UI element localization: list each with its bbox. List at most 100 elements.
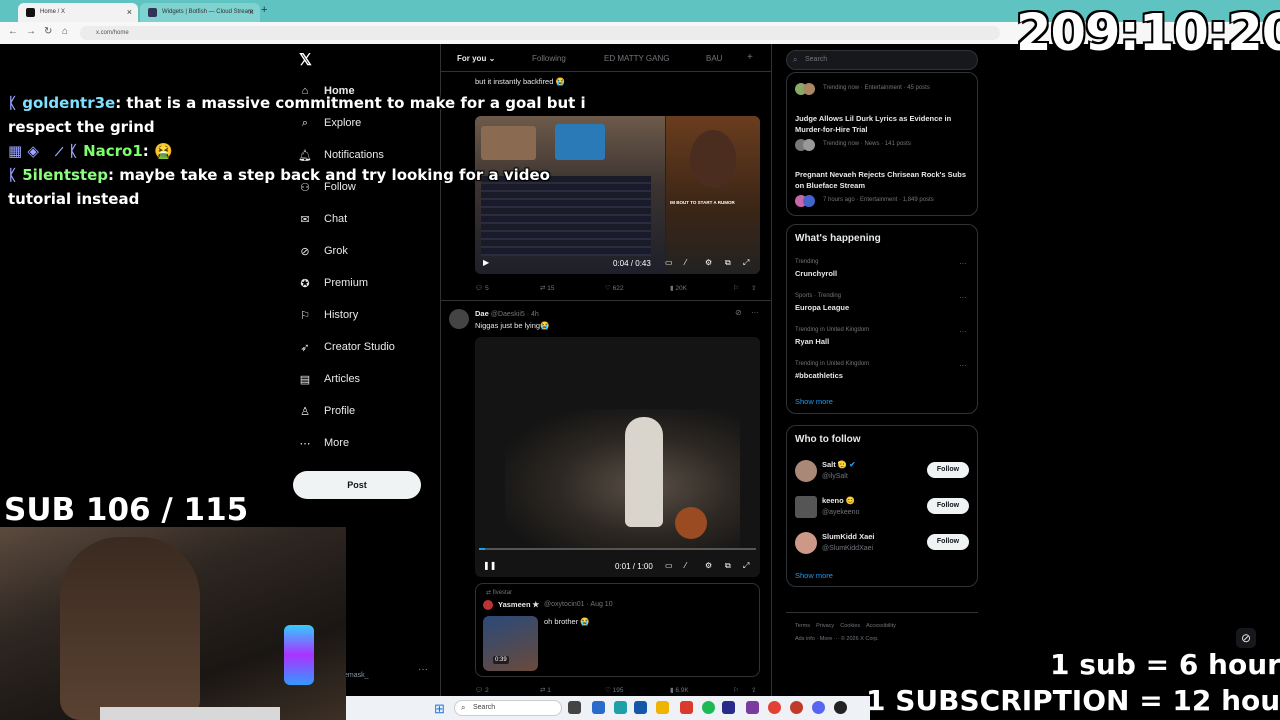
sidebar-item-articles[interactable]: ▤ Articles <box>298 368 360 390</box>
trend-more-icon[interactable]: ··· <box>959 293 967 302</box>
quoted-tweet[interactable]: ⇄ fivestar Yasmeen ✯ @oxytocin01 · Aug 1… <box>475 583 760 677</box>
follow-name[interactable]: Salt 🫡 ✔ <box>822 459 856 470</box>
views-button[interactable]: ▮ 20K <box>670 284 687 292</box>
discord-icon[interactable] <box>812 701 825 714</box>
like-button[interactable]: ♡ 195 <box>605 686 624 694</box>
grok-icon[interactable]: ⊘ <box>735 308 742 317</box>
sidebar-item-more[interactable]: ⋯ More <box>298 432 350 454</box>
follow-button[interactable]: Follow <box>927 498 969 514</box>
share-icon[interactable]: ⇪ <box>751 284 756 292</box>
reply-button[interactable]: 💬︎ 2 <box>475 686 489 694</box>
browser-tab-x[interactable]: Home / X × <box>18 3 138 22</box>
app-icon[interactable] <box>634 701 647 714</box>
grok-icon[interactable]: ⁄ <box>685 561 686 570</box>
follow-button[interactable]: Follow <box>927 462 969 478</box>
sidebar-item-grok[interactable]: ⊘ Grok <box>298 240 347 262</box>
captions-icon[interactable]: ▭ <box>665 561 673 570</box>
tweet-video[interactable]: ❚❚ 0:01 / 1:00 ▭ ⁄ ⚙ ⧉ ⤢ <box>475 337 760 577</box>
premiere-icon[interactable] <box>722 701 735 714</box>
folder-icon[interactable] <box>656 701 669 714</box>
sidebar-item-notifications[interactable]: 🔔︎ Notifications <box>298 144 384 166</box>
quote-video-thumbnail[interactable]: 0:39 <box>483 616 538 671</box>
settings-icon[interactable]: ⚙ <box>705 561 712 570</box>
footer-link[interactable]: Terms <box>795 623 810 629</box>
obs-icon[interactable] <box>834 701 847 714</box>
trend-title[interactable]: Pregnant Nevaeh Rejects Chrisean Rock's … <box>795 169 971 191</box>
pause-icon[interactable]: ❚❚ <box>483 561 496 570</box>
edge-icon[interactable] <box>614 701 627 714</box>
bookmark-icon[interactable]: ⚐ <box>733 686 739 694</box>
video-progress-track[interactable] <box>479 548 756 550</box>
close-tab-icon[interactable]: × <box>127 7 132 17</box>
trend-title[interactable]: #bbcathletics <box>795 370 843 381</box>
avatar[interactable] <box>449 309 469 329</box>
app-icon[interactable] <box>790 701 803 714</box>
fullscreen-icon[interactable]: ⤢ <box>743 561 749 571</box>
url-field[interactable]: x.com/home <box>80 26 1000 40</box>
repost-button[interactable]: ⇄ 15 <box>540 284 555 292</box>
footer-link[interactable]: Cookies <box>840 623 860 629</box>
follow-name[interactable]: SlumKidd Xaei <box>822 531 875 542</box>
footer-link[interactable]: Privacy <box>816 623 834 629</box>
account-more-icon[interactable]: ··· <box>418 664 428 675</box>
home-browser-icon[interactable]: ⌂ <box>62 26 68 37</box>
reply-button[interactable]: 💬︎ 5 <box>475 284 489 292</box>
spotify-icon[interactable] <box>702 701 715 714</box>
sidebar-item-chat[interactable]: ✉ Chat <box>298 208 347 230</box>
pip-icon[interactable]: ⧉ <box>725 561 731 571</box>
grok-icon[interactable]: ⁄ <box>685 258 686 267</box>
browser-tab-widgets[interactable]: Widgets | Botfish — Cloud Stream × <box>140 3 260 22</box>
back-icon[interactable]: ← <box>8 26 18 37</box>
tab-for-you[interactable]: For you ⌄ <box>457 54 495 63</box>
close-tab-icon[interactable]: × <box>249 7 254 17</box>
tweet-more-icon[interactable]: ··· <box>751 308 759 317</box>
tab-following[interactable]: Following <box>532 54 566 63</box>
tab-bau[interactable]: BAU <box>706 54 722 63</box>
sidebar-item-explore[interactable]: ⌕ Explore <box>298 112 361 134</box>
search-input[interactable]: ⌕ Search <box>786 50 978 70</box>
taskbar-search[interactable]: ⌕ Search <box>454 700 562 716</box>
follow-button[interactable]: Follow <box>927 534 969 550</box>
avatar[interactable] <box>795 496 817 518</box>
bookmark-icon[interactable]: ⚐ <box>733 284 739 292</box>
avatar[interactable] <box>795 532 817 554</box>
captions-icon[interactable]: ▭ <box>665 258 673 267</box>
footer-link[interactable]: Accessibility <box>866 623 896 629</box>
avatar[interactable] <box>795 460 817 482</box>
chrome-icon[interactable] <box>768 701 781 714</box>
trend-title[interactable]: Judge Allows Lil Durk Lyrics as Evidence… <box>795 113 971 135</box>
play-icon[interactable]: ▶ <box>483 258 489 267</box>
sidebar-item-history[interactable]: ⚐ History <box>298 304 358 326</box>
settings-icon[interactable]: ⚙ <box>705 258 712 267</box>
app-icon[interactable] <box>568 701 581 714</box>
follow-name[interactable]: keeno 😊 <box>822 495 855 506</box>
trend-title[interactable]: Europa League <box>795 302 849 313</box>
add-tab-icon[interactable]: + <box>747 52 753 63</box>
sidebar-item-profile[interactable]: ♙ Profile <box>298 400 355 422</box>
x-logo-icon[interactable]: 𝕏 <box>299 50 312 70</box>
pip-icon[interactable]: ⧉ <box>725 258 731 268</box>
reload-icon[interactable]: ↻ <box>44 26 52 37</box>
forward-icon[interactable]: → <box>26 26 36 37</box>
show-more-link[interactable]: Show more <box>795 571 833 580</box>
share-icon[interactable]: ⇪ <box>751 686 756 694</box>
app-icon[interactable] <box>592 701 605 714</box>
repost-button[interactable]: ⇄ 1 <box>540 686 551 694</box>
show-more-link[interactable]: Show more <box>795 397 833 406</box>
new-tab-icon[interactable]: + <box>261 4 267 16</box>
sidebar-item-premium[interactable]: ✪ Premium <box>298 272 368 294</box>
views-button[interactable]: ▮ 6.9K <box>670 686 689 694</box>
trend-more-icon[interactable]: ··· <box>959 361 967 370</box>
trend-title[interactable]: Crunchyroll <box>795 268 837 279</box>
trend-title[interactable]: Ryan Hall <box>795 336 829 347</box>
app-icon[interactable] <box>746 701 759 714</box>
trend-more-icon[interactable]: ··· <box>959 259 967 268</box>
brave-icon[interactable] <box>680 701 693 714</box>
fullscreen-icon[interactable]: ⤢ <box>743 258 749 268</box>
post-button[interactable]: Post <box>293 471 421 499</box>
author-handle[interactable]: @Daeskii5 · 4h <box>491 311 539 318</box>
account-handle[interactable]: emask_ <box>344 672 369 679</box>
windows-start-icon[interactable]: ⊞ <box>434 701 445 717</box>
trend-more-icon[interactable]: ··· <box>959 327 967 336</box>
author-name[interactable]: Dae <box>475 309 489 318</box>
